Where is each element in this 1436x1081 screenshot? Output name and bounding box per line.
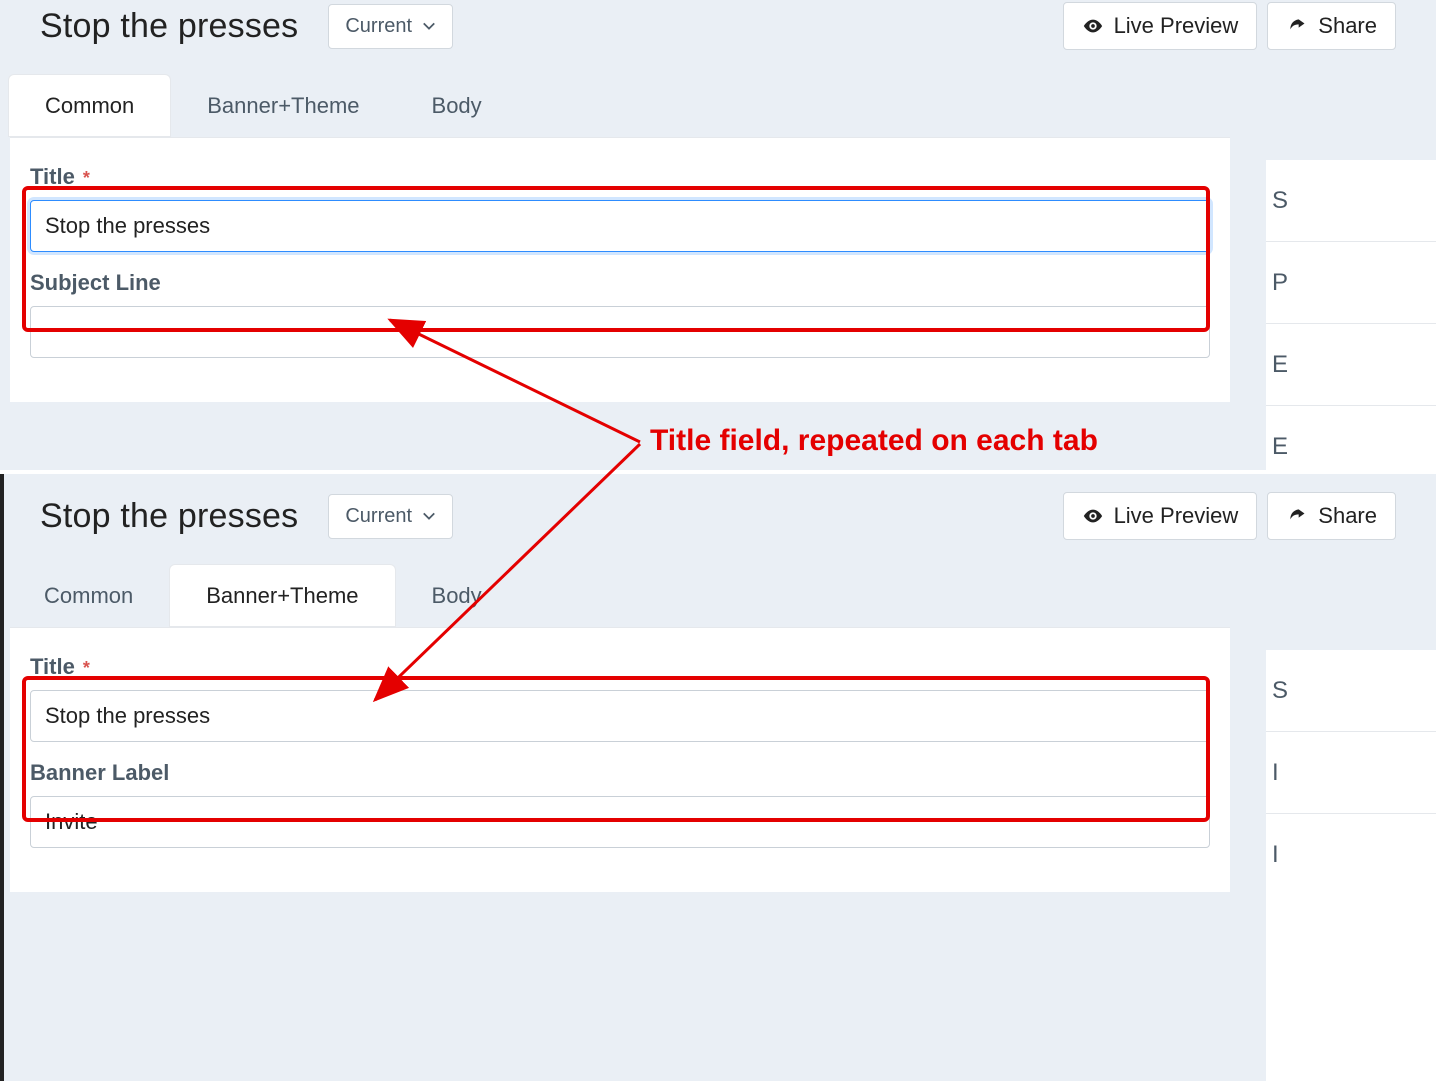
live-preview-label: Live Preview	[1114, 13, 1239, 39]
tab-body[interactable]: Body	[396, 75, 518, 137]
panel-header: Stop the presses Current Live Preview Sh…	[0, 474, 1436, 550]
share-label: Share	[1318, 13, 1377, 39]
panel-left-edge	[0, 474, 4, 1081]
side-stub: P	[1266, 242, 1436, 324]
subject-line-input[interactable]	[30, 306, 1210, 358]
title-input[interactable]	[30, 690, 1210, 742]
live-preview-button[interactable]: Live Preview	[1063, 2, 1258, 50]
field-banner-label-label: Banner Label	[30, 760, 1210, 786]
tabs-row: Common Banner+Theme Body	[0, 550, 1436, 627]
side-stub: I	[1266, 814, 1436, 896]
live-preview-label: Live Preview	[1114, 503, 1239, 529]
field-title: Title*	[30, 654, 1210, 742]
required-asterisk: *	[83, 658, 90, 678]
panel-header: Stop the presses Current Live Preview Sh…	[0, 0, 1436, 60]
field-title-label: Title*	[30, 164, 1210, 190]
form-area-banner-theme: Title* Banner Label	[10, 627, 1230, 892]
tab-banner-theme[interactable]: Banner+Theme	[169, 564, 395, 627]
page-title: Stop the presses	[40, 497, 298, 536]
page-title: Stop the presses	[40, 7, 298, 46]
share-button[interactable]: Share	[1267, 492, 1396, 540]
tabs-row: Common Banner+Theme Body	[0, 60, 1436, 137]
version-dropdown-label: Current	[345, 505, 412, 528]
field-title: Title*	[30, 164, 1210, 252]
required-asterisk: *	[83, 168, 90, 188]
eye-icon	[1082, 15, 1104, 37]
side-panel-stub: S I I	[1266, 650, 1436, 1081]
version-dropdown-label: Current	[345, 15, 412, 38]
share-label: Share	[1318, 503, 1377, 529]
chevron-down-icon	[422, 19, 436, 33]
side-stub: I	[1266, 732, 1436, 814]
field-subject-line-label: Subject Line	[30, 270, 1210, 296]
side-stub: E	[1266, 324, 1436, 406]
tab-common[interactable]: Common	[8, 565, 169, 627]
annotation-text: Title field, repeated on each tab	[650, 424, 1098, 458]
eye-icon	[1082, 505, 1104, 527]
version-dropdown[interactable]: Current	[328, 4, 453, 49]
field-banner-label: Banner Label	[30, 760, 1210, 848]
tab-common[interactable]: Common	[8, 74, 171, 137]
field-subject-line: Subject Line	[30, 270, 1210, 358]
title-input[interactable]	[30, 200, 1210, 252]
side-stub: S	[1266, 650, 1436, 732]
editor-panel-common: Stop the presses Current Live Preview Sh…	[0, 0, 1436, 470]
share-icon	[1286, 505, 1308, 527]
banner-label-input[interactable]	[30, 796, 1210, 848]
field-title-label: Title*	[30, 654, 1210, 680]
tab-banner-theme[interactable]: Banner+Theme	[171, 75, 395, 137]
share-button[interactable]: Share	[1267, 2, 1396, 50]
side-stub: S	[1266, 160, 1436, 242]
live-preview-button[interactable]: Live Preview	[1063, 492, 1258, 540]
tab-body[interactable]: Body	[396, 565, 518, 627]
chevron-down-icon	[422, 509, 436, 523]
form-area-common: Title* Subject Line	[10, 137, 1230, 402]
editor-panel-banner-theme: Stop the presses Current Live Preview Sh…	[0, 474, 1436, 1081]
share-icon	[1286, 15, 1308, 37]
version-dropdown[interactable]: Current	[328, 494, 453, 539]
side-panel-stub: S P E E	[1266, 160, 1436, 470]
